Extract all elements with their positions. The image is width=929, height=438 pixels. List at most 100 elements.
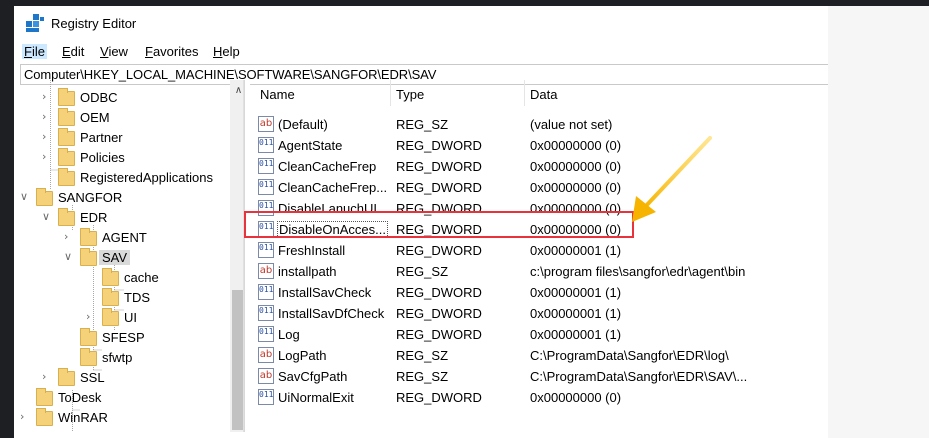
value-data: C:\ProgramData\Sangfor\EDR\log\ [530,348,729,363]
tree-item-label: ToDesk [58,390,102,405]
column-header-type[interactable]: Type [396,87,424,102]
menu-help[interactable]: Help [213,44,240,59]
chevron-right-icon[interactable]: › [42,370,52,384]
value-data: 0x00000001 (1) [530,285,622,300]
chevron-right-icon[interactable]: › [42,150,52,164]
tree-item-label: UI [124,310,137,325]
chevron-right-icon[interactable]: › [42,130,52,144]
table-row[interactable]: 0110 InstallSavCheck REG_DWORD 0x00000001 (… [250,282,814,303]
registry-value-list[interactable]: Name Type Data ab (Default) REG_SZ (value n… [250,80,814,432]
tree-item-label: EDR [80,210,108,225]
tree-item-edr[interactable]: ∨ EDR [6,208,243,228]
tree-item-label: SANGFOR [58,190,123,205]
table-row[interactable]: ab (Default) REG_SZ (value not set) [250,114,814,135]
table-row[interactable]: ab LogPath REG_SZ C:\ProgramData\Sangfor\ED… [250,345,814,366]
value-name: CleanCacheFrep [278,159,377,174]
dword-value-icon: 0110 [258,242,274,258]
tree-item-todesk[interactable]: ToDesk [6,388,243,408]
tree-item-tds[interactable]: TDS [6,288,243,308]
value-type: REG_SZ [396,348,449,363]
tree-item-sav[interactable]: ∨ SAV [6,248,243,268]
tree-item-sfesp[interactable]: SFESP [6,328,243,348]
value-data: 0x00000001 (1) [530,243,622,258]
value-data: 0x00000000 (0) [530,138,622,153]
value-name: (Default) [278,117,328,132]
menu-favorites[interactable]: Favorites [145,44,198,59]
chevron-right-icon[interactable]: › [64,230,74,244]
table-row[interactable]: 0110 CleanCacheFrep... REG_DWORD 0x00000000… [250,177,814,198]
table-row[interactable]: 0110 Log REG_DWORD 0x00000001 (1) [250,324,814,345]
chevron-right-icon[interactable]: › [42,110,52,124]
table-row[interactable]: 0110 AgentState REG_DWORD 0x00000000 (0) [250,135,814,156]
tree-item-label: ODBC [80,90,118,105]
value-name: AgentState [278,138,343,153]
table-row[interactable]: ab SavCfgPath REG_SZ C:\ProgramData\Sangfor… [250,366,814,387]
column-header-data[interactable]: Data [530,87,557,102]
menu-view[interactable]: View [100,44,128,59]
value-data: 0x00000000 (0) [530,390,622,405]
chevron-right-icon[interactable]: › [42,90,52,104]
tree-item-label: TDS [124,290,150,305]
scrollbar-thumb[interactable] [232,290,243,430]
chevron-right-icon[interactable]: › [86,310,96,324]
dword-value-icon: 0110 [258,158,274,174]
chevron-right-icon[interactable]: › [20,410,30,424]
chevron-down-icon[interactable]: ∨ [20,190,30,204]
tree-item-label: sfwtp [102,350,133,365]
string-value-icon: ab [258,347,274,363]
tree-item-policies[interactable]: › Policies [6,148,243,168]
value-name: LogPath [278,348,327,363]
folder-icon [58,368,75,386]
tree-item-label: RegisteredApplications [80,170,213,185]
scroll-up-arrow-icon[interactable]: ∧ [230,82,243,99]
tree-item-label: cache [124,270,159,285]
column-header-name[interactable]: Name [260,87,295,102]
value-type: REG_DWORD [396,243,482,258]
tree-item-winrar[interactable]: › WinRAR [6,408,243,428]
value-type: REG_DWORD [396,285,482,300]
tree-item-oem[interactable]: › OEM [6,108,243,128]
menu-file[interactable]: File [22,44,47,59]
tree-item-partner[interactable]: › Partner [6,128,243,148]
dword-value-icon: 0110 [258,179,274,195]
tree-item-cache[interactable]: cache [6,268,243,288]
value-data: (value not set) [530,117,613,132]
table-row[interactable]: 0110 CleanCacheFrep REG_DWORD 0x00000000 (0… [250,156,814,177]
value-name: InstallSavDfCheck [278,306,385,321]
value-name: Log [278,327,300,342]
value-name: FreshInstall [278,243,346,258]
chevron-down-icon[interactable]: ∨ [64,250,74,264]
registry-key-tree[interactable]: › ODBC › OEM › Partner › Policies RegisteredAppl… [6,80,244,432]
value-type: REG_DWORD [396,138,482,153]
value-type: REG_DWORD [396,180,482,195]
folder-icon [36,388,53,406]
window-title: Registry Editor [51,16,137,31]
tree-item-ui[interactable]: › UI [6,308,243,328]
tree-item-odbc[interactable]: › ODBC [6,88,243,108]
tree-scrollbar[interactable]: ∧ [230,80,243,432]
column-divider[interactable] [524,80,525,106]
chevron-down-icon[interactable]: ∨ [42,210,52,224]
folder-icon [80,348,97,366]
column-divider[interactable] [390,80,391,106]
folder-icon [102,308,119,326]
table-row[interactable]: 0110 FreshInstall REG_DWORD 0x00000001 (1) [250,240,814,261]
value-data: 0x00000001 (1) [530,306,622,321]
menu-edit[interactable]: Edit [62,44,84,59]
folder-icon [80,328,97,346]
tree-item-sangfor[interactable]: ∨ SANGFOR [6,188,243,208]
folder-icon [58,88,75,106]
folder-icon [80,248,97,266]
table-row[interactable]: ab installpath REG_SZ c:\program files\sang… [250,261,814,282]
table-row[interactable]: 0110 InstallSavDfCheck REG_DWORD 0x00000001… [250,303,814,324]
tree-item-sfwtp[interactable]: sfwtp [6,348,243,368]
table-row[interactable]: 0110 UiNormalExit REG_DWORD 0x00000000 (0) [250,387,814,408]
tree-item-label: SAV [99,250,131,265]
string-value-icon: ab [258,263,274,279]
tree-item-label: SFESP [102,330,145,345]
tree-item-ssl[interactable]: › SSL [6,368,243,388]
tree-item-agent[interactable]: › AGENT [6,228,243,248]
value-data: 0x00000001 (1) [530,327,622,342]
tree-item-registeredapplications[interactable]: RegisteredApplications [6,168,243,188]
menu-bar: File Edit View Favorites Help [14,40,828,64]
